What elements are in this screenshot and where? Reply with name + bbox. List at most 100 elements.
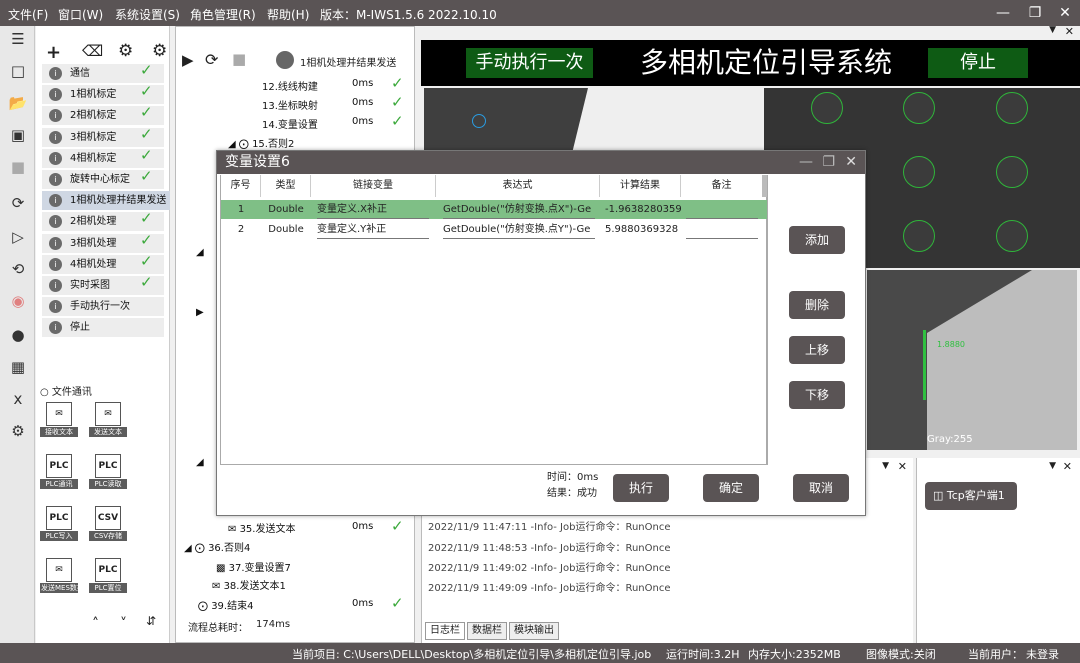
restore-icon[interactable]: ❐: [1022, 3, 1048, 23]
list-icon[interactable]: ☰: [7, 28, 29, 50]
play-icon[interactable]: ▷: [7, 226, 29, 248]
flow-item[interactable]: i 手动执行一次: [42, 297, 164, 317]
run-cycle-icon[interactable]: ⟳: [7, 192, 29, 214]
close-icon[interactable]: ✕: [1063, 460, 1072, 473]
tree-node-36[interactable]: ◢ ⨀ 36.否则4: [184, 539, 250, 554]
open-folder-icon[interactable]: 📂: [7, 92, 29, 114]
close-icon[interactable]: ✕: [1065, 25, 1074, 38]
side-button-area: [767, 175, 865, 465]
tree-toggle[interactable]: ▶: [196, 307, 204, 318]
delete-button[interactable]: 删除: [789, 291, 845, 319]
menu-role[interactable]: 角色管理(R): [190, 6, 256, 23]
minimize-icon[interactable]: —: [990, 3, 1016, 23]
flow-item[interactable]: i 停止: [42, 318, 164, 338]
expand-up-icon[interactable]: ˄: [92, 616, 99, 632]
check-icon: ✓: [140, 61, 153, 79]
move-down-button[interactable]: 下移: [789, 381, 845, 409]
ok-button[interactable]: 确定: [703, 474, 759, 502]
stop-button[interactable]: 停止: [928, 48, 1028, 78]
camera-view-3[interactable]: 1.8880 Gray:255: [867, 270, 1077, 450]
comm-tile-label: 接收文本: [40, 427, 78, 437]
tree-node-12[interactable]: 12.线线构建: [262, 78, 318, 93]
node-time: 0ms: [352, 598, 374, 609]
comm-tile[interactable]: CSV CSV存储: [89, 506, 127, 541]
stop-square-icon[interactable]: ■: [232, 50, 246, 68]
comm-section-header[interactable]: ○ 文件通讯: [40, 383, 170, 398]
cell-note[interactable]: [686, 221, 758, 239]
dropdown-icon[interactable]: ▼: [1049, 25, 1056, 35]
tab-log[interactable]: 日志栏: [425, 622, 465, 640]
user-icon[interactable]: ■: [7, 156, 29, 178]
dropdown-icon[interactable]: ▼: [882, 461, 889, 471]
minimize-icon[interactable]: —: [799, 151, 813, 174]
tree-toggle[interactable]: ◢: [196, 457, 204, 468]
comm-tile[interactable]: PLC PLC通讯: [40, 454, 78, 489]
log-line: 2022/11/9 11:49:09 -Info- Job运行命令：RunOnc…: [428, 583, 671, 594]
tree-node-14[interactable]: 14.变量设置: [262, 116, 318, 131]
mail-icon: ✉: [46, 558, 72, 582]
comm-tile[interactable]: ✉ 发送文本: [89, 402, 127, 437]
cell-link[interactable]: 变量定义.Y补正: [317, 221, 429, 239]
tree-node-38[interactable]: ✉ 38.发送文本1: [212, 577, 286, 592]
menu-file[interactable]: 文件(F): [8, 6, 48, 23]
tree-node-15[interactable]: ◢ ⨀ 15.否则2: [228, 135, 294, 150]
comm-tile[interactable]: PLC PLC写入: [40, 506, 78, 541]
tcp-client-button[interactable]: ◫ Tcp客户端1: [925, 482, 1017, 510]
tree-node-39[interactable]: ⨀ 39.结束4: [198, 597, 253, 612]
menu-window[interactable]: 窗口(W): [58, 6, 103, 23]
menu-help[interactable]: 帮助(H): [267, 6, 309, 23]
loop-icon[interactable]: ⟲: [7, 258, 29, 280]
move-up-button[interactable]: 上移: [789, 336, 845, 364]
flow-icon: i: [49, 151, 62, 165]
cell-expression[interactable]: GetDouble("仿射变换.点X")-Ge: [443, 201, 595, 219]
execute-button[interactable]: 执行: [613, 474, 669, 502]
tree-node-13[interactable]: 13.坐标映射: [262, 97, 318, 112]
sort-icon[interactable]: ⇵: [146, 614, 156, 628]
version-label: 版本：M-IWS1.5.6 2022.10.10: [320, 8, 497, 22]
cell-note[interactable]: [686, 201, 758, 219]
comm-tile[interactable]: PLC PLC读取: [89, 454, 127, 489]
delete-icon[interactable]: ⌫: [82, 42, 103, 60]
close-icon[interactable]: ✕: [1052, 3, 1078, 23]
flow-icon: i: [49, 236, 62, 250]
refresh-icon[interactable]: ⟳: [205, 50, 218, 69]
collapse-icon[interactable]: ○: [40, 387, 49, 398]
flow-item-label: 3相机处理: [70, 237, 117, 249]
expand-down-icon[interactable]: ˅: [120, 616, 127, 632]
check-icon: ✓: [140, 145, 153, 164]
gear-icon-2[interactable]: ⚙: [152, 41, 167, 61]
tree-toggle[interactable]: ◢: [196, 247, 204, 258]
camera-icon[interactable]: ●: [7, 324, 29, 346]
add-button[interactable]: 添加: [789, 226, 845, 254]
comm-tile[interactable]: ✉ 接收文本: [40, 402, 78, 437]
dropdown-icon[interactable]: ▼: [1049, 461, 1056, 471]
run-icon[interactable]: ▶: [182, 51, 194, 69]
comm-tile[interactable]: PLC PLC置位: [89, 558, 127, 593]
restore-icon[interactable]: ❐: [822, 151, 835, 174]
tab-module-output[interactable]: 模块输出: [509, 622, 559, 640]
tab-data[interactable]: 数据栏: [467, 622, 507, 640]
log-line: 2022/11/9 11:49:02 -Info- Job运行命令：RunOnc…: [428, 563, 671, 574]
flow-item-label: 4相机标定: [70, 152, 117, 164]
comm-tile[interactable]: ✉发送MES数据: [40, 558, 78, 593]
device-icon[interactable]: ▦: [7, 356, 29, 378]
new-icon[interactable]: □: [7, 60, 29, 82]
add-icon[interactable]: +: [46, 42, 61, 63]
flow-icon: i: [49, 215, 62, 229]
menu-settings[interactable]: 系统设置(S): [115, 6, 180, 23]
stop-icon[interactable]: ◉: [7, 290, 29, 312]
tree-node-35[interactable]: ✉ 35.发送文本: [228, 520, 295, 535]
cell-expression[interactable]: GetDouble("仿射变换.点Y")-Ge: [443, 221, 595, 239]
variable-icon[interactable]: x: [7, 388, 29, 410]
manual-run-button[interactable]: 手动执行一次: [466, 48, 593, 78]
close-icon[interactable]: ✕: [845, 151, 857, 174]
settings-icon[interactable]: ⚙: [7, 420, 29, 442]
flow-item-label: 1相机标定: [70, 89, 117, 101]
close-icon[interactable]: ✕: [898, 460, 907, 473]
gear-icon[interactable]: ⚙: [118, 41, 133, 61]
cell-link[interactable]: 变量定义.X补正: [317, 201, 429, 219]
save-icon[interactable]: ▣: [7, 124, 29, 146]
cancel-button[interactable]: 取消: [793, 474, 849, 502]
tree-node-37[interactable]: ▩ 37.变量设置7: [216, 559, 291, 574]
flow-item[interactable]: i 1相机处理并结果发送: [42, 191, 170, 211]
